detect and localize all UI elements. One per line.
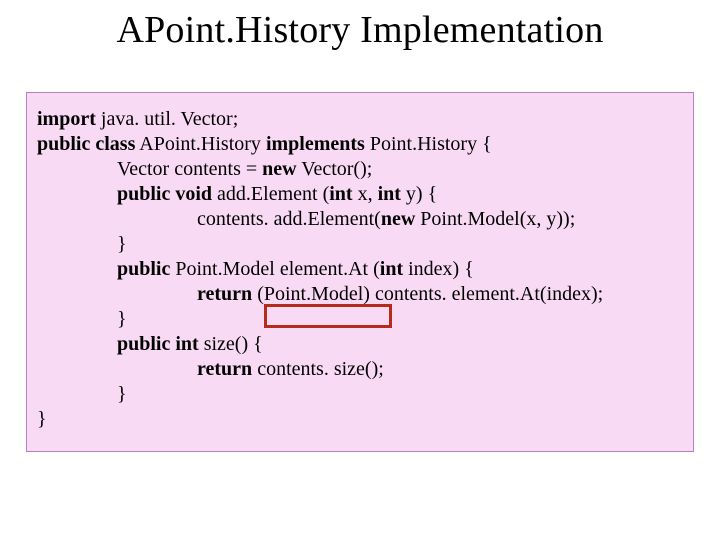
keyword: new (262, 158, 296, 180)
code-text: Vector contents = (117, 158, 262, 180)
keyword: int (380, 258, 403, 280)
code-line-3: Vector contents = new Vector(); (37, 157, 677, 182)
keyword: public class (37, 133, 135, 155)
code-line-10: public int size() { (37, 332, 677, 357)
slide-title: APoint.History Implementation (0, 8, 720, 52)
keyword: return (197, 283, 252, 305)
keyword: return (197, 358, 252, 380)
keyword: import (37, 108, 96, 130)
code-line-5: contents. add.Element(new Point.Model(x,… (37, 207, 677, 232)
code-text: (Point.Model) contents. element.At(index… (252, 283, 603, 305)
keyword: public (117, 258, 170, 280)
code-text: contents. add.Element( (197, 208, 381, 230)
code-text: contents. size(); (252, 358, 384, 380)
code-text: Point.History { (365, 133, 492, 155)
code-box: import java. util. Vector; public class … (26, 92, 694, 452)
code-line-12: } (37, 382, 677, 407)
keyword: implements (266, 133, 365, 155)
keyword: public int (117, 333, 199, 355)
code-line-9: } (37, 307, 677, 332)
code-text: x, (353, 183, 378, 205)
slide: APoint.History Implementation import jav… (0, 0, 720, 540)
code-line-6: } (37, 232, 677, 257)
code-text: Vector(); (297, 158, 373, 180)
keyword: new (381, 208, 415, 230)
code-line-8: return (Point.Model) contents. element.A… (37, 282, 677, 307)
code-line-13: } (37, 407, 677, 432)
keyword: int (378, 183, 401, 205)
code-text: Point.Model element.At ( (170, 258, 379, 280)
code-line-1: import java. util. Vector; (37, 107, 677, 132)
code-text: y) { (401, 183, 437, 205)
code-line-4: public void add.Element (int x, int y) { (37, 182, 677, 207)
code-text: index) { (403, 258, 474, 280)
code-line-7: public Point.Model element.At (int index… (37, 257, 677, 282)
code-text: size() { (199, 333, 263, 355)
code-line-2: public class APoint.History implements P… (37, 132, 677, 157)
code-text: java. util. Vector; (96, 108, 238, 130)
keyword: int (329, 183, 352, 205)
code-text: Point.Model(x, y)); (415, 208, 575, 230)
code-text: add.Element ( (212, 183, 329, 205)
code-line-11: return contents. size(); (37, 357, 677, 382)
keyword: public void (117, 183, 212, 205)
code-text: APoint.History (135, 133, 266, 155)
